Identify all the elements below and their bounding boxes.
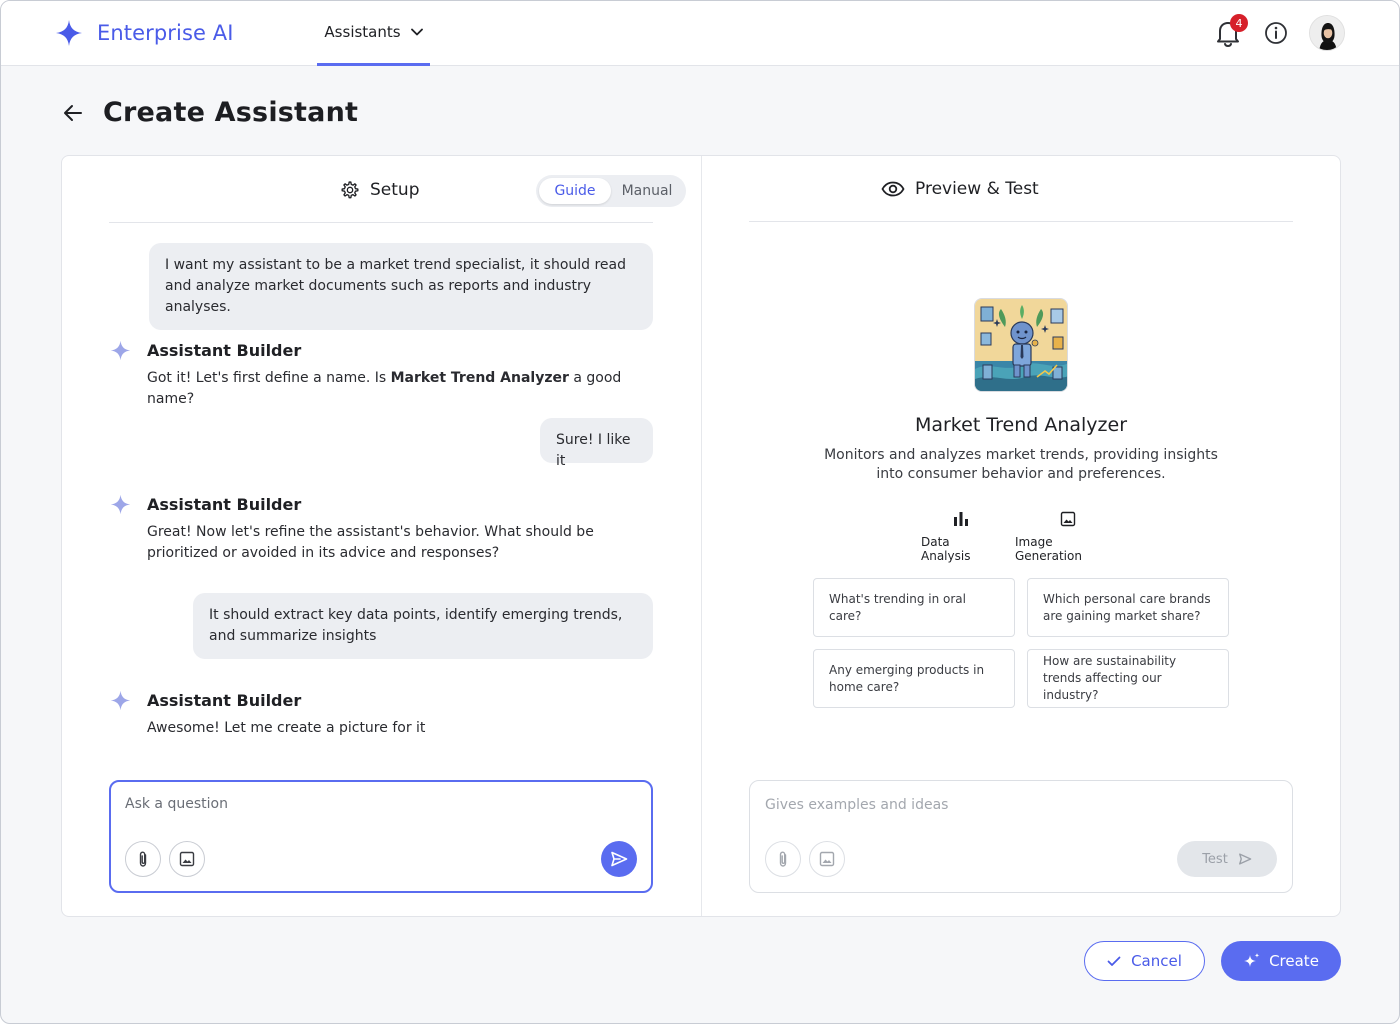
paperclip-icon — [139, 851, 147, 867]
gear-icon — [341, 181, 359, 199]
setup-divider — [109, 222, 653, 223]
assistant-avatar-image — [974, 298, 1068, 392]
setup-header: Setup — [340, 180, 419, 200]
starter-prompt[interactable]: Any emerging products in home care? — [813, 649, 1015, 708]
bar-chart-icon — [954, 512, 968, 526]
image-upload-button[interactable] — [169, 841, 205, 877]
test-button-label: Test — [1202, 851, 1228, 867]
brand-name: Enterprise AI — [97, 21, 234, 45]
sparkle-icon — [110, 690, 131, 711]
assistant-message: Assistant Builder Got it! Let's first de… — [110, 340, 650, 410]
panel-divider — [701, 156, 702, 916]
setup-chat-input — [109, 780, 653, 893]
nav-tab-label: Assistants — [324, 23, 401, 41]
image-icon — [179, 851, 195, 867]
create-button[interactable]: Create — [1221, 941, 1341, 981]
sparkle-icon — [110, 494, 131, 515]
test-input[interactable] — [765, 797, 1265, 813]
user-avatar[interactable] — [1309, 15, 1345, 51]
top-bar: Enterprise AI Assistants 4 — [1, 1, 1399, 66]
assistant-message: Assistant Builder Awesome! Let me create… — [110, 690, 650, 739]
app-window: Enterprise AI Assistants 4 Create Assist… — [0, 0, 1400, 1024]
send-icon — [1238, 853, 1252, 865]
notifications-button[interactable]: 4 — [1213, 14, 1248, 51]
image-icon — [1060, 511, 1076, 527]
assistant-message-text: Awesome! Let me create a picture for it — [147, 720, 426, 736]
setup-title: Setup — [370, 180, 420, 200]
assistant-name-preview: Market Trend Analyzer — [914, 414, 1128, 436]
capability-data-analysis: Data Analysis — [921, 511, 1001, 563]
preview-title: Preview & Test — [915, 179, 1039, 199]
sparkles-icon — [1244, 953, 1260, 967]
image-icon — [819, 851, 835, 867]
cancel-button[interactable]: Cancel — [1084, 941, 1205, 981]
notification-badge: 4 — [1230, 14, 1248, 32]
check-icon — [1107, 956, 1121, 966]
test-chat-input: Test — [749, 780, 1293, 893]
assistant-message: Assistant Builder Great! Now let's refin… — [110, 494, 650, 564]
chevron-down-icon — [410, 28, 423, 36]
user-message: I want my assistant to be a market trend… — [149, 243, 653, 330]
assistant-message-text: Got it! Let's first define a name. Is Ma… — [147, 370, 622, 407]
create-label: Create — [1269, 952, 1319, 970]
back-arrow-icon[interactable] — [63, 104, 83, 122]
assistant-name: Assistant Builder — [147, 691, 302, 710]
attach-button[interactable] — [765, 841, 801, 877]
eye-icon — [881, 181, 905, 197]
suggested-name: Market Trend Analyzer — [390, 370, 569, 386]
assistant-illustration — [975, 299, 1067, 391]
attach-button[interactable] — [125, 841, 161, 877]
brand[interactable]: Enterprise AI — [55, 19, 234, 47]
starter-prompt[interactable]: Which personal care brands are gaining m… — [1027, 578, 1229, 637]
question-input[interactable] — [125, 796, 625, 812]
mode-manual-tab[interactable]: Manual — [611, 178, 683, 204]
top-actions: 4 — [1213, 14, 1345, 51]
page-title: Create Assistant — [103, 97, 359, 128]
sparkle-icon — [110, 340, 131, 361]
capability-label: Data Analysis — [921, 535, 971, 563]
preview-header: Preview & Test — [881, 179, 1039, 199]
starter-prompt[interactable]: How are sustainability trends affecting … — [1027, 649, 1229, 708]
cancel-label: Cancel — [1131, 952, 1182, 970]
image-upload-button[interactable] — [809, 841, 845, 877]
user-message: It should extract key data points, ident… — [193, 593, 653, 659]
info-icon — [1265, 22, 1287, 44]
mode-toggle: Guide Manual — [536, 175, 686, 207]
assistant-message-header: Assistant Builder — [110, 690, 650, 711]
paperclip-icon — [779, 851, 787, 867]
assistant-name: Assistant Builder — [147, 341, 302, 360]
assistant-message-header: Assistant Builder — [110, 494, 650, 515]
nav-tab-assistants[interactable]: Assistants — [317, 1, 430, 66]
assistant-name: Assistant Builder — [147, 495, 302, 514]
user-message: Sure! I like it — [540, 418, 653, 469]
starter-prompt[interactable]: What's trending in oral care? — [813, 578, 1015, 637]
avatar-image — [1310, 16, 1344, 50]
info-button[interactable] — [1261, 15, 1291, 51]
assistant-message-header: Assistant Builder — [110, 340, 650, 361]
send-icon — [611, 851, 628, 867]
page-header: Create Assistant — [63, 97, 358, 128]
capability-label: Image Generation — [1015, 535, 1082, 563]
assistant-description: Monitors and analyzes market trends, pro… — [824, 447, 1218, 482]
test-button[interactable]: Test — [1177, 841, 1277, 877]
mode-guide-tab[interactable]: Guide — [539, 178, 611, 204]
capability-image-generation: Image Generation — [1015, 511, 1121, 563]
assistant-message-text: Great! Now let's refine the assistant's … — [147, 524, 594, 561]
sparkle-logo-icon — [56, 20, 82, 46]
send-button[interactable] — [601, 841, 637, 877]
preview-divider — [749, 221, 1293, 222]
